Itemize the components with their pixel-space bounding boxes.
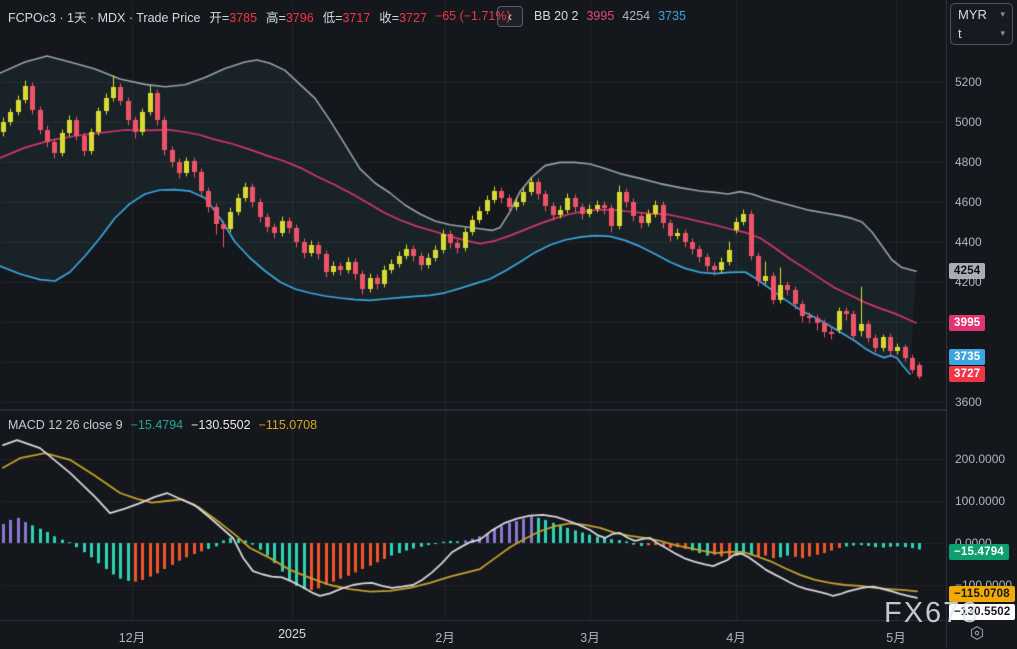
price-axis[interactable]: MYR ▾ t ▾ 520050004800460044004200360020… <box>946 0 1017 648</box>
axis-price-badge: 3727 <box>949 366 985 382</box>
time-axis-label: 2月 <box>435 627 454 646</box>
macd-value: −115.0708 <box>259 418 318 432</box>
unit-dropdown[interactable]: t ▾ <box>951 24 1012 43</box>
macd-tick: 100.0000 <box>955 494 1005 508</box>
price-tick: 4400 <box>955 235 982 249</box>
axis-price-badge: 4254 <box>949 263 985 279</box>
price-tick: 3600 <box>955 395 982 409</box>
ohlc-label: 收= <box>379 11 399 25</box>
ohlc-value: 3727 <box>399 11 427 25</box>
price-tick: 4600 <box>955 195 982 209</box>
symbol-title[interactable]: FCPOc3 · 1天 · MDX · Trade Price <box>8 7 200 26</box>
bollinger-legend[interactable]: BB 20 2 3995 4254 3735 <box>534 0 702 32</box>
price-macd-chart-canvas[interactable] <box>0 0 946 620</box>
ohlc-readout: 开=3785 高=3796 低=3717 收=3727 <box>200 7 427 26</box>
ohlc-label: 低= <box>323 11 343 25</box>
macd-value: −15.4794 <box>131 418 183 432</box>
ohlc-value: 3796 <box>286 11 314 25</box>
ohlc-pair: 开=3785 <box>209 7 257 26</box>
time-axis[interactable]: 12月20252月3月4月5月 <box>0 620 946 649</box>
axis-price-badge: 3995 <box>949 315 985 331</box>
chevron-left-icon: ‹ <box>508 8 513 24</box>
bb-value: 3735 <box>658 9 686 23</box>
macd-value: −130.5502 <box>191 418 250 432</box>
ohlc-value: 3717 <box>342 11 370 25</box>
price-tick: 5200 <box>955 75 982 89</box>
ohlc-value: 3785 <box>229 11 257 25</box>
currency-unit-selector: MYR ▾ t ▾ <box>950 3 1013 45</box>
price-tick: 5000 <box>955 115 982 129</box>
bb-indicator-label: BB 20 2 <box>534 9 578 23</box>
ohlc-pair: 高=3796 <box>266 7 314 26</box>
macd-tick: 200.0000 <box>955 452 1005 466</box>
bb-values: 3995 4254 3735 <box>586 9 693 23</box>
time-axis-label: 3月 <box>580 627 599 646</box>
ohlc-label: 高= <box>266 11 286 25</box>
currency-value: MYR <box>958 7 987 22</box>
macd-values: −15.4794 −130.5502 −115.0708 <box>131 418 325 432</box>
time-axis-label: 4月 <box>726 627 745 646</box>
time-axis-label: 2025 <box>278 627 306 641</box>
collapse-legend-button[interactable]: ‹ <box>497 6 523 27</box>
pane-divider[interactable] <box>0 409 946 411</box>
bb-value: 3995 <box>586 9 614 23</box>
macd-indicator-label: MACD 12 26 close 9 <box>8 418 123 432</box>
ohlc-pair: 低=3717 <box>323 7 371 26</box>
currency-dropdown[interactable]: MYR ▾ <box>951 5 1012 24</box>
bb-value: 4254 <box>622 9 650 23</box>
ohlc-label: 开= <box>209 11 229 25</box>
chevron-down-icon: ▾ <box>1000 28 1005 39</box>
axis-price-badge: −15.4794 <box>949 544 1009 560</box>
price-tick: 4800 <box>955 155 982 169</box>
chevron-down-icon: ▾ <box>1000 9 1005 20</box>
ohlc-pair: 收=3727 <box>379 7 427 26</box>
macd-legend[interactable]: MACD 12 26 close 9 −15.4794 −130.5502 −115… <box>8 412 333 438</box>
symbol-info-bar: FCPOc3 · 1天 · MDX · Trade Price 开=3785 高=… <box>8 0 511 32</box>
unit-value: t <box>958 26 962 41</box>
time-axis-label: 12月 <box>119 627 145 646</box>
axis-price-badge: 3735 <box>949 349 985 365</box>
fx678-watermark: FX678 <box>884 597 979 630</box>
